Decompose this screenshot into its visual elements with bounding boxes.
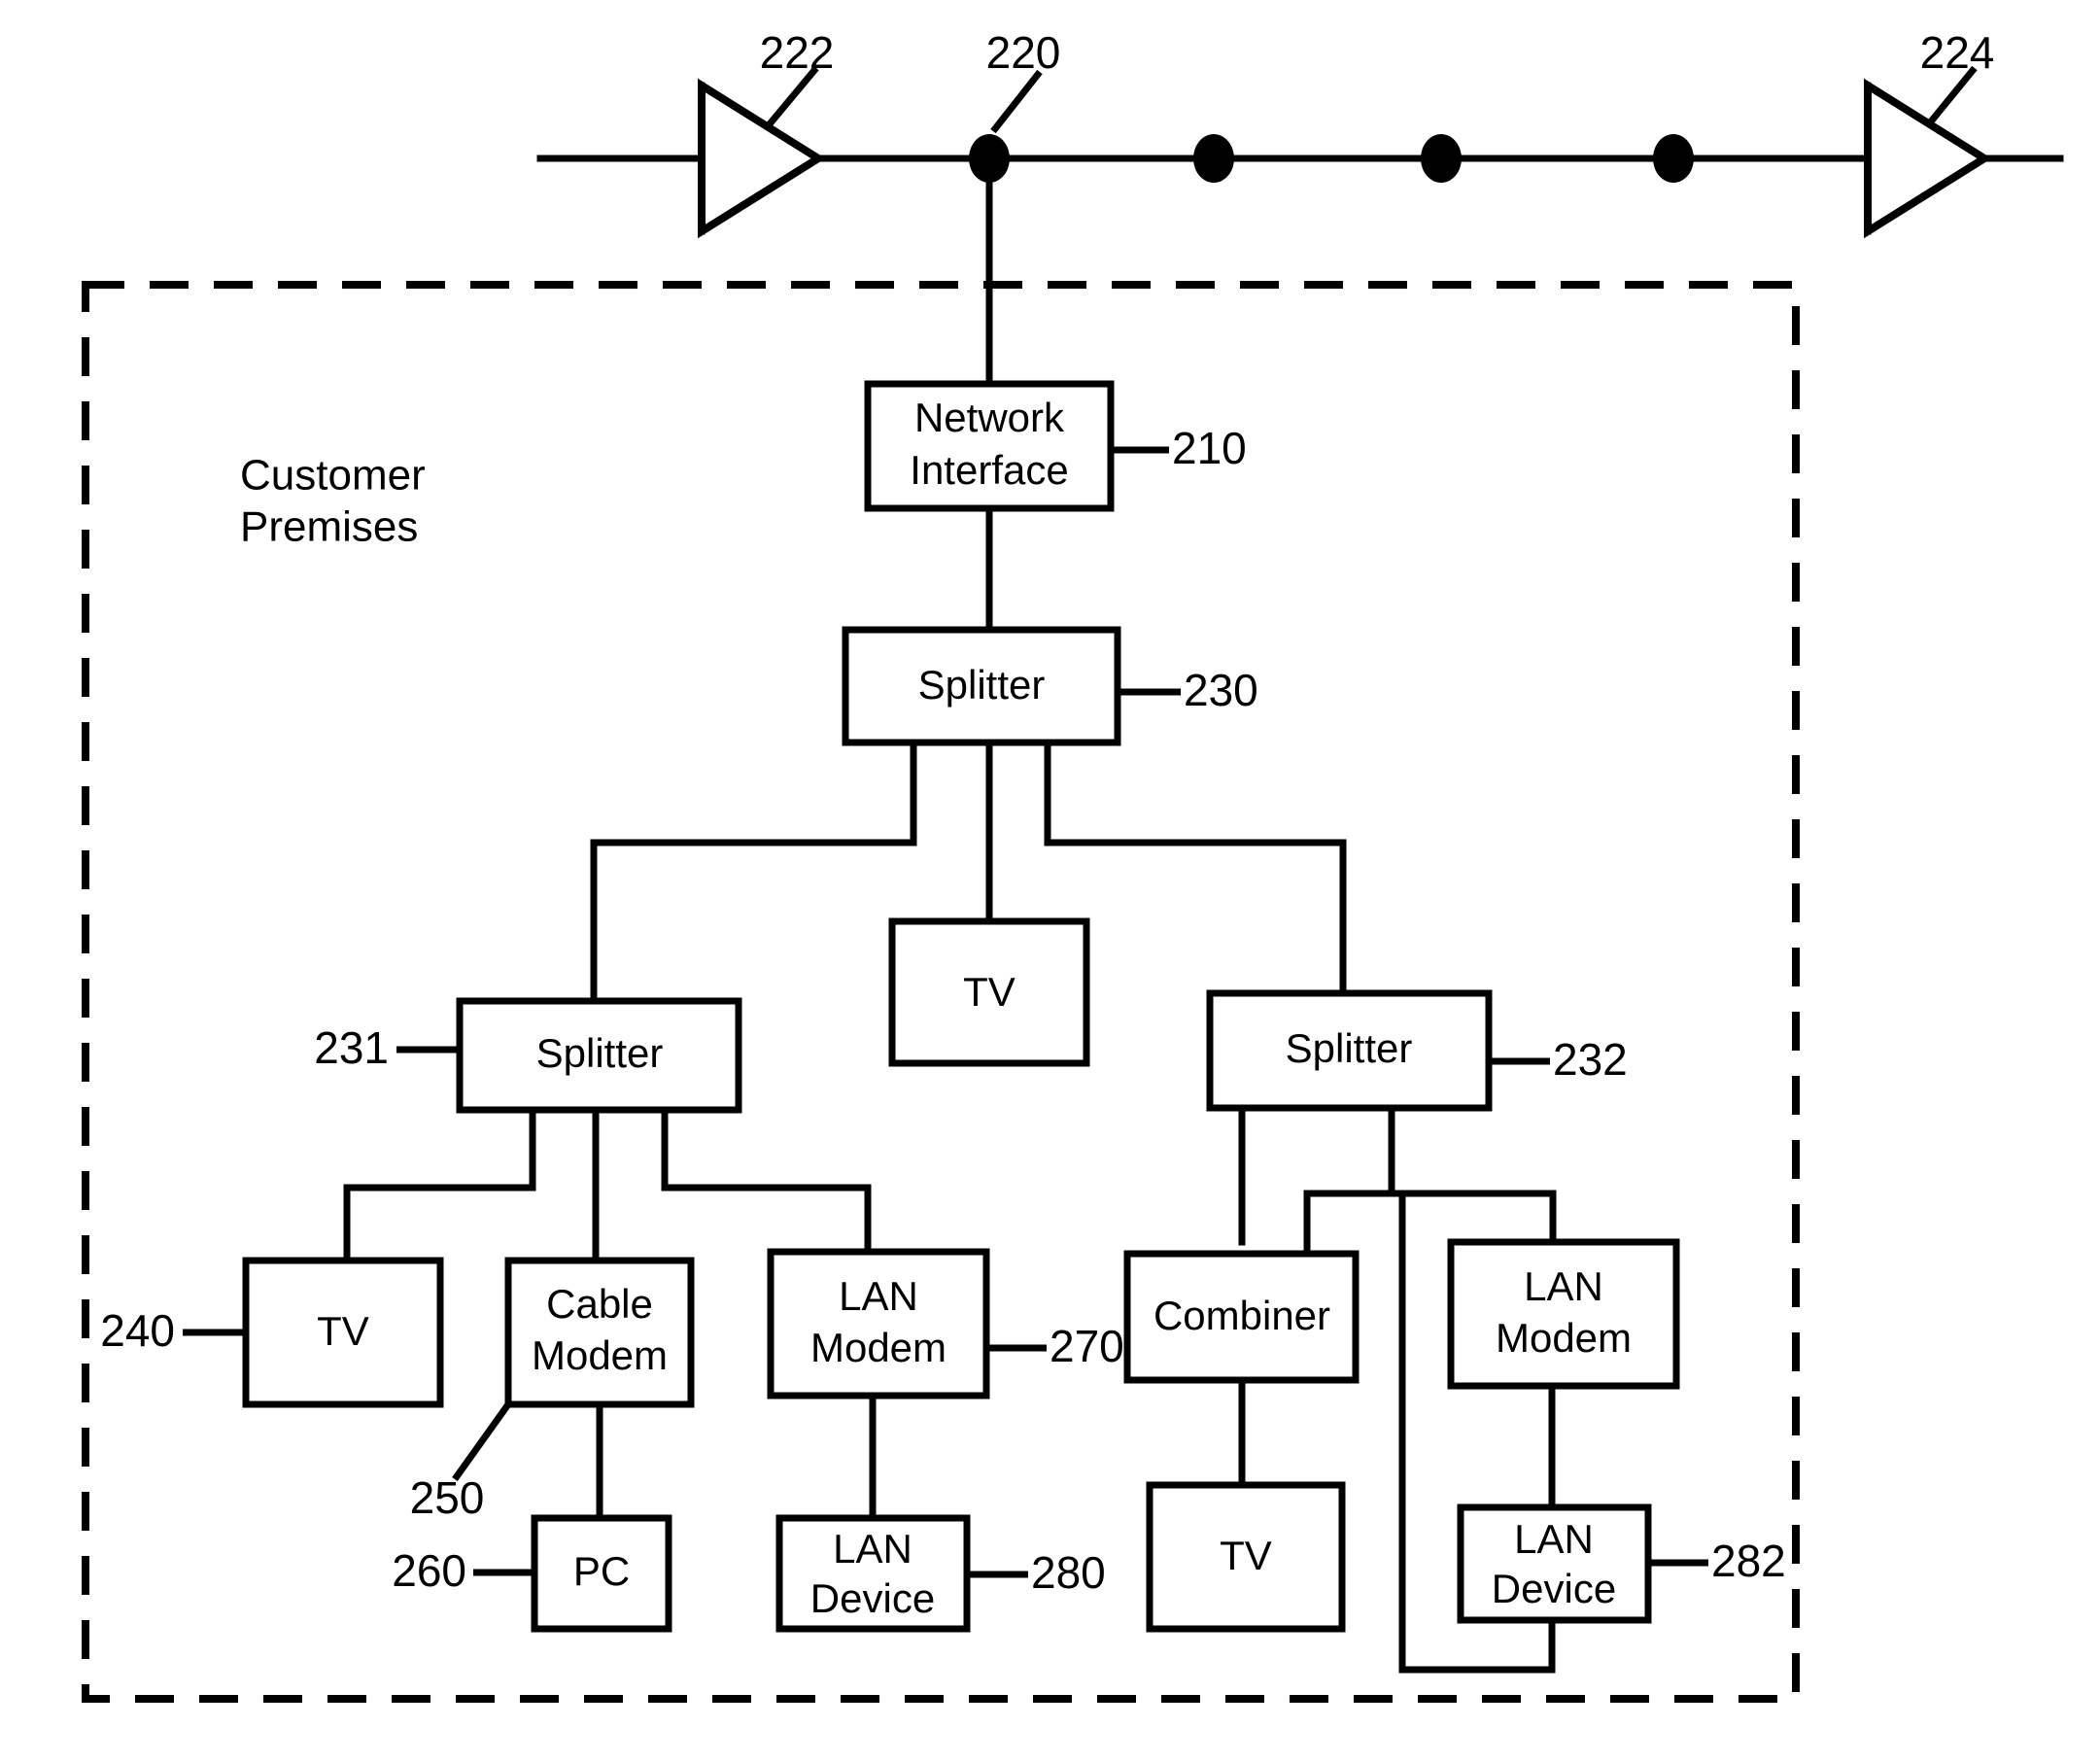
lan-modem-right-block[interactable]: LAN Modem [1447, 1238, 1680, 1390]
ref-280: 280 [1031, 1547, 1106, 1598]
cable-modem-label-line1: Cable [546, 1281, 653, 1327]
leader-220 [990, 69, 1043, 134]
splitter-right-block[interactable]: Splitter 232 [1206, 989, 1628, 1112]
leader-250 [452, 1401, 511, 1482]
network-interface-block[interactable]: Network Interface 210 [864, 380, 1247, 512]
splitter-left-block[interactable]: Splitter 231 [314, 997, 742, 1114]
tv-center-label: TV [963, 969, 1016, 1015]
lan-device-left-block[interactable]: LAN Device 280 [775, 1514, 1106, 1633]
tv-left-block[interactable]: TV 240 [100, 1257, 444, 1408]
wire-combiner-second-input-stub [1303, 1190, 1406, 1258]
lan-device-left-label-line1: LAN [833, 1526, 912, 1572]
tap-node-3 [1421, 134, 1462, 183]
network-diagram: 222 220 224 Customer Premises Network In… [82, 27, 2064, 1703]
ref-224: 224 [1920, 27, 1995, 78]
wire-231-to-lan-modem [661, 1106, 872, 1256]
splitter232-output-wires [1238, 1104, 1557, 1246]
ref-222: 222 [760, 27, 835, 78]
combiner-label: Combiner [1153, 1293, 1330, 1338]
cable-modem-label-line2: Modem [532, 1332, 668, 1378]
customer-premises-label-line2: Premises [240, 503, 418, 551]
trunk-reference-numerals: 222 220 224 [760, 27, 1995, 134]
lan-modem-right-label-line2: Modem [1496, 1315, 1632, 1361]
lan-device-right-label-line1: LAN [1514, 1516, 1594, 1562]
splitter231-output-wires [343, 1106, 872, 1264]
amplifier-left-icon [698, 78, 826, 239]
trunk-line-group [536, 78, 2064, 388]
lan-device-right-label-line2: Device [1492, 1566, 1616, 1611]
lan-modem-left-label-line1: LAN [839, 1273, 918, 1319]
combiner-block[interactable]: Combiner [1123, 1250, 1360, 1384]
tv-right-block[interactable]: TV [1146, 1481, 1346, 1633]
splitter-main-block[interactable]: Splitter 230 [842, 626, 1258, 746]
network-interface-label-line2: Interface [910, 447, 1068, 493]
tap-node-4 [1653, 134, 1694, 183]
splitter-right-label: Splitter [1286, 1025, 1413, 1071]
ref-270: 270 [1050, 1321, 1124, 1371]
lan-device-right-block[interactable]: LAN Device 282 [1457, 1503, 1786, 1624]
ref-210: 210 [1172, 423, 1247, 473]
lan-modem-right-label-line1: LAN [1524, 1263, 1603, 1309]
wire-231-to-tv240 [343, 1106, 536, 1264]
amplifier-right-icon [1864, 78, 1992, 239]
customer-premises-label-line1: Customer [240, 452, 426, 500]
splitter-left-label: Splitter [536, 1030, 664, 1076]
wire-232-to-lan-modem-right [1388, 1104, 1557, 1246]
ref-220: 220 [986, 27, 1061, 78]
tv-right-label: TV [1220, 1533, 1272, 1578]
pc-label: PC [573, 1548, 630, 1594]
lan-modem-left-block[interactable]: LAN Modem 270 [767, 1248, 1124, 1399]
ref-230: 230 [1184, 665, 1258, 715]
lan-device-left-label-line2: Device [810, 1575, 935, 1621]
network-interface-label-line1: Network [914, 395, 1065, 440]
wire-230-to-splitter232 [1044, 739, 1347, 1005]
tv-center-block[interactable]: TV [888, 917, 1090, 1067]
tv-left-label: TV [317, 1308, 369, 1354]
pc-block[interactable]: PC 260 [392, 1514, 672, 1633]
ref-240: 240 [100, 1305, 175, 1356]
ref-232: 232 [1553, 1034, 1628, 1085]
lan-modem-left-label-line2: Modem [810, 1325, 947, 1370]
tap-node-2 [1193, 134, 1234, 183]
patent-figure: 222 220 224 Customer Premises Network In… [0, 0, 2100, 1762]
wire-230-to-splitter231 [590, 739, 917, 1005]
ref-250: 250 [410, 1472, 485, 1523]
splitter-main-label: Splitter [918, 662, 1046, 708]
cable-modem-block[interactable]: Cable Modem 250 [410, 1257, 695, 1523]
ref-260: 260 [392, 1545, 466, 1596]
ref-282: 282 [1711, 1536, 1786, 1586]
ref-231: 231 [314, 1022, 389, 1073]
